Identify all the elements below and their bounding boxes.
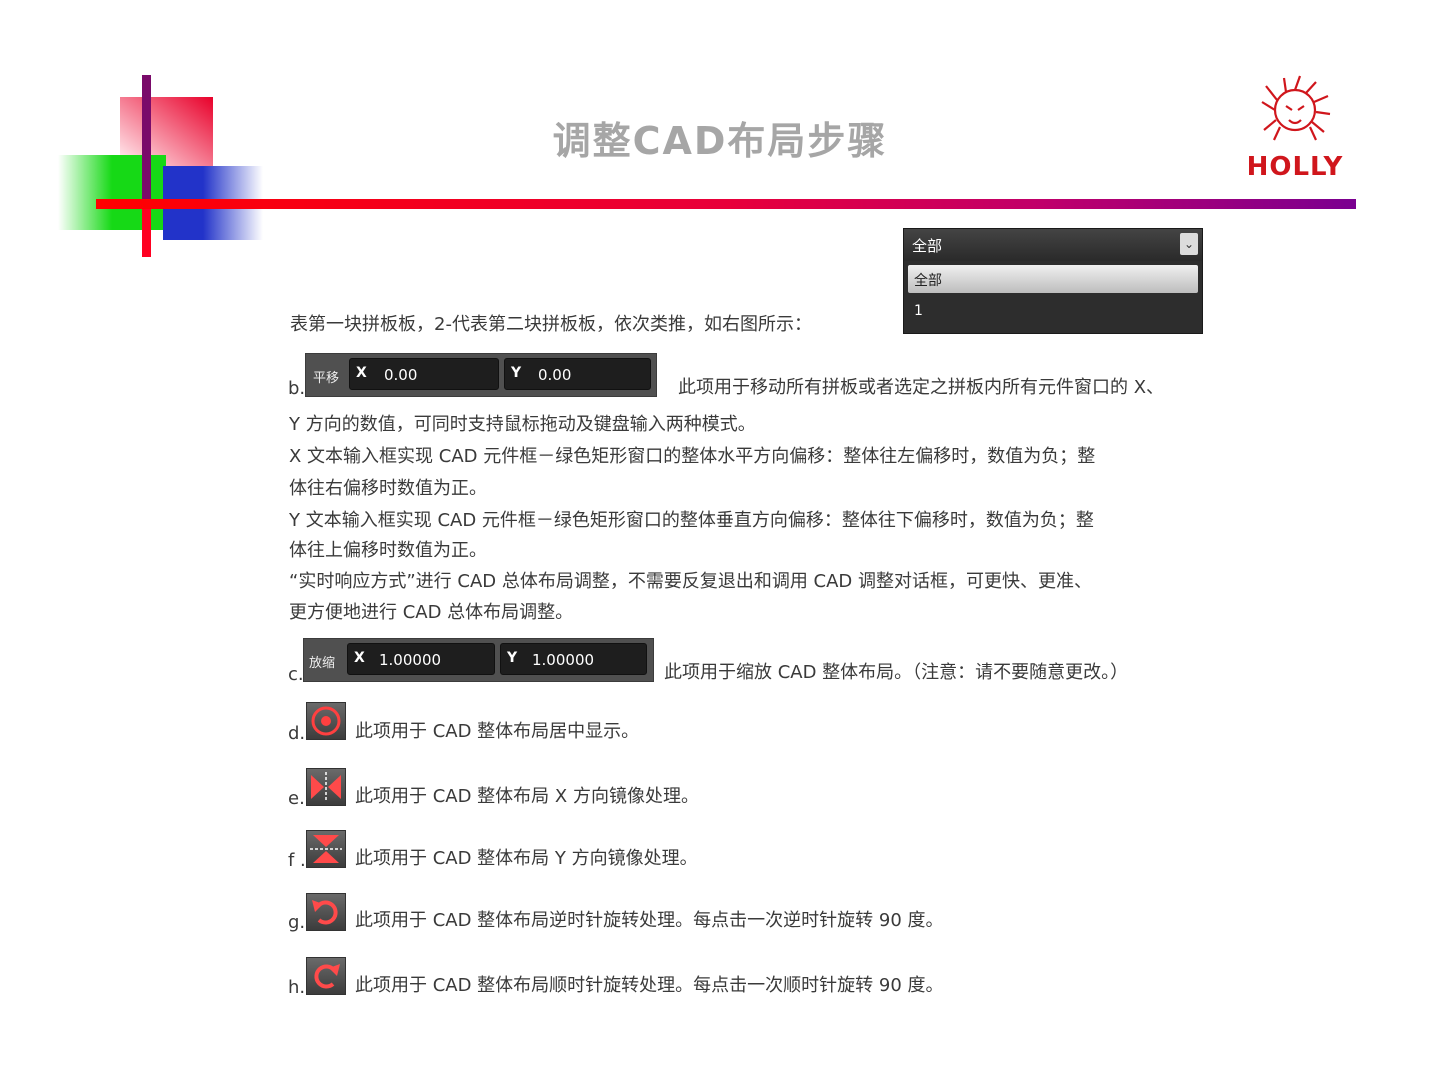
item-marker-h: h. [288,977,306,998]
rotate-cw-icon[interactable] [306,957,346,995]
translate-y-input[interactable]: Y 0.00 [504,358,651,390]
dropdown-option-1[interactable]: 1 [914,303,923,319]
translate-x-input[interactable]: X 0.00 [349,358,499,390]
item-marker-f: f . [288,850,306,871]
translate-y-value: 0.00 [538,366,572,384]
mirror-x-icon[interactable] [306,768,346,806]
center-target-icon[interactable] [306,702,346,740]
header-divider-line [96,199,1356,209]
dropdown-selected[interactable]: 全部 ⌄ [904,229,1202,261]
chevron-down-icon[interactable]: ⌄ [1180,233,1198,255]
translate-desc-5: 体往上偏移时数值为正。 [289,540,487,561]
item-marker-b: b. [288,378,306,399]
y-axis-label: Y [507,650,518,666]
translate-desc-3: 体往右偏移时数值为正。 [289,478,487,499]
scale-desc: 此项用于缩放 CAD 整体布局。（注意：请不要随意更改。） [664,662,1129,683]
dropdown-option-all[interactable]: 全部 [908,265,1198,293]
y-axis-label: Y [511,365,522,381]
mirror-x-desc: 此项用于 CAD 整体布局 X 方向镜像处理。 [355,786,699,807]
translate-desc-2: X 文本输入框实现 CAD 元件框－绿色矩形窗口的整体水平方向偏移：整体往左偏移… [289,446,1096,467]
item-marker-e: e. [288,788,305,809]
translate-x-value: 0.00 [384,366,418,384]
deco-vertical-purple-line [142,75,151,205]
dropdown-option-label: 全部 [914,273,942,289]
x-axis-label: X [354,650,365,666]
scale-y-value: 1.00000 [532,651,595,669]
scale-label: 放缩 [309,656,336,671]
intro-line: 表第一块拼板板，2-代表第二块拼板板，依次类推，如右图所示： [290,314,812,335]
translate-desc-6: “实时响应方式”进行 CAD 总体布局调整，不需要反复退出和调用 CAD 调整对… [289,571,1093,592]
dropdown-selected-label: 全部 [912,237,943,255]
rotate-ccw-icon[interactable] [306,893,346,931]
holly-logo-text: HOLLY [1246,152,1344,182]
translate-desc-1: Y 方向的数值，可同时支持鼠标拖动及键盘输入两种模式。 [289,414,756,435]
page-title: 调整CAD布局步骤 [552,119,888,163]
x-axis-label: X [356,365,367,381]
board-select-dropdown[interactable]: 全部 ⌄ 全部 1 [903,228,1203,334]
translate-desc-4: Y 文本输入框实现 CAD 元件框－绿色矩形窗口的整体垂直方向偏移：整体往下偏移… [289,510,1094,531]
item-marker-g: g. [288,912,306,933]
rotate-ccw-desc: 此项用于 CAD 整体布局逆时针旋转处理。每点击一次逆时针旋转 90 度。 [355,910,944,931]
scale-y-input[interactable]: Y 1.00000 [500,643,647,675]
scale-x-input[interactable]: X 1.00000 [347,643,495,675]
translate-label: 平移 [313,371,340,386]
translate-desc-line: 此项用于移动所有拼板或者选定之拼板内所有元件窗口的 X、 [678,377,1165,398]
scale-x-value: 1.00000 [379,651,442,669]
center-desc: 此项用于 CAD 整体布局居中显示。 [355,721,640,742]
mirror-y-desc: 此项用于 CAD 整体布局 Y 方向镜像处理。 [355,848,698,869]
translate-toolbar: 平移 X 0.00 Y 0.00 [305,353,657,397]
scale-toolbar: 放缩 X 1.00000 Y 1.00000 [303,638,654,682]
item-marker-d: d. [288,723,306,744]
mirror-y-icon[interactable] [306,830,346,868]
rotate-cw-desc: 此项用于 CAD 整体布局顺时针旋转处理。每点击一次顺时针旋转 90 度。 [355,975,944,996]
item-marker-c: c. [288,664,304,685]
translate-desc-7: 更方便地进行 CAD 总体布局调整。 [289,602,574,623]
